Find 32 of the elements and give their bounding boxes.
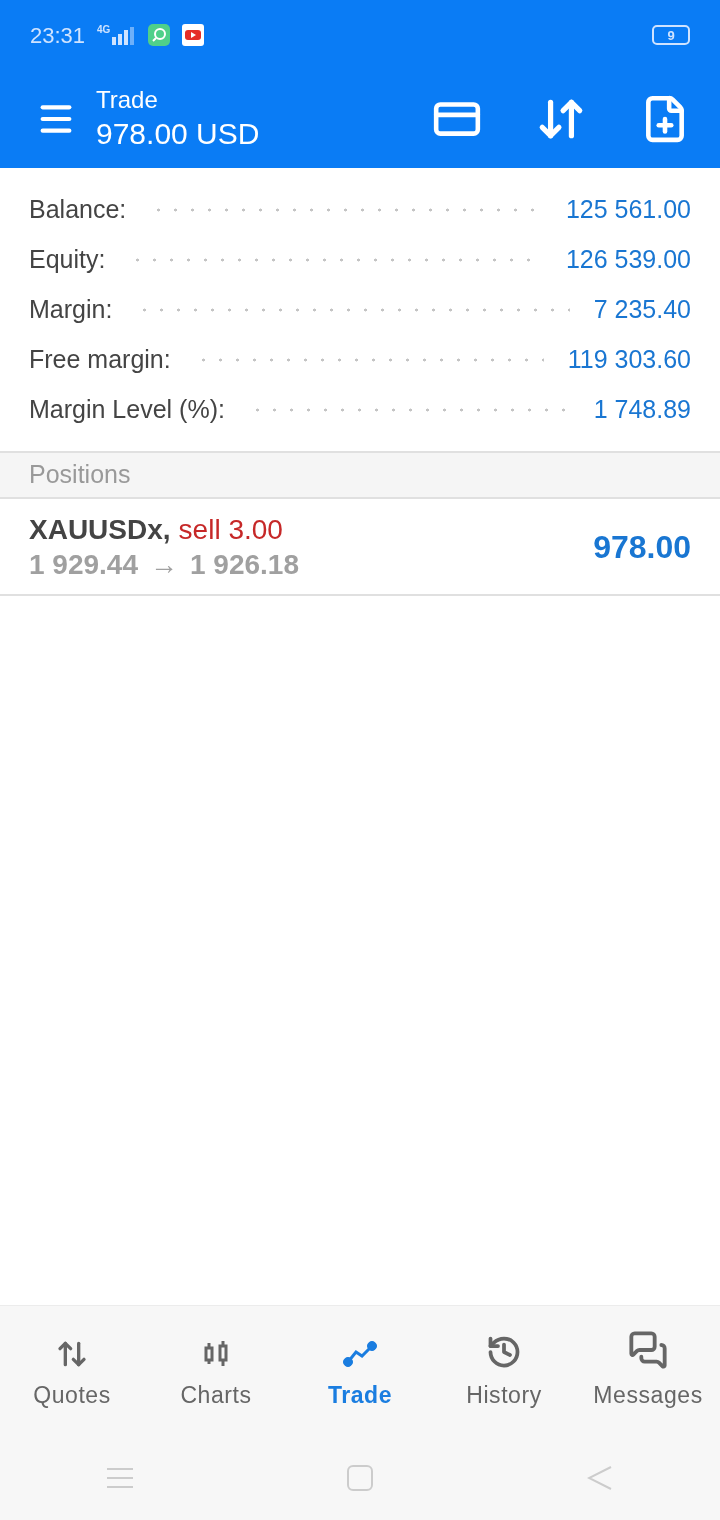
summary-value: 1 748.89 <box>593 394 691 426</box>
app-notification-icon <box>148 24 171 46</box>
chat-bubbles-icon <box>628 1330 668 1371</box>
summary-label: Free margin: <box>29 344 171 376</box>
arrow-sign: → <box>150 547 178 582</box>
summary-label: Margin: <box>29 294 113 326</box>
summary-label: Balance: <box>29 194 127 226</box>
video-app-icon <box>182 24 205 46</box>
summary-value: 119 303.60 <box>567 344 691 376</box>
position-profit: 978.00 <box>593 527 691 567</box>
account-profit: 978.00 USD <box>96 116 260 153</box>
network-type: 4G <box>97 25 111 35</box>
order-type: sell 3.00 <box>178 512 283 547</box>
summary-label: Equity: <box>29 244 106 276</box>
summary-value: 7 235.40 <box>593 294 691 326</box>
current-price: 1 926.18 <box>190 547 299 582</box>
nav-tab[interactable]: Trade <box>288 1306 432 1435</box>
summary-value: 125 561.00 <box>565 194 691 226</box>
nav-tab[interactable]: Quotes <box>0 1306 144 1435</box>
summary-value: 126 539.00 <box>565 244 691 276</box>
signal-icon <box>112 27 137 45</box>
summary-label: Margin Level (%): <box>29 394 225 426</box>
nav-tab[interactable]: Charts <box>144 1306 288 1435</box>
position-row[interactable]: XAUUSDx, sell 3.00 1 929.44 → 1 926.18 978.00 <box>0 499 720 596</box>
symbol-name: XAUUSDx, <box>29 512 171 547</box>
clock-time: 23:31 <box>30 21 86 50</box>
nav-tab[interactable]: History <box>432 1306 576 1435</box>
battery-icon: 9 <box>652 25 690 45</box>
section-title: Positions <box>29 459 131 491</box>
screen-title: Trade <box>96 85 159 116</box>
nav-tab[interactable]: Messages <box>576 1306 720 1435</box>
open-price: 1 929.44 <box>29 547 138 582</box>
